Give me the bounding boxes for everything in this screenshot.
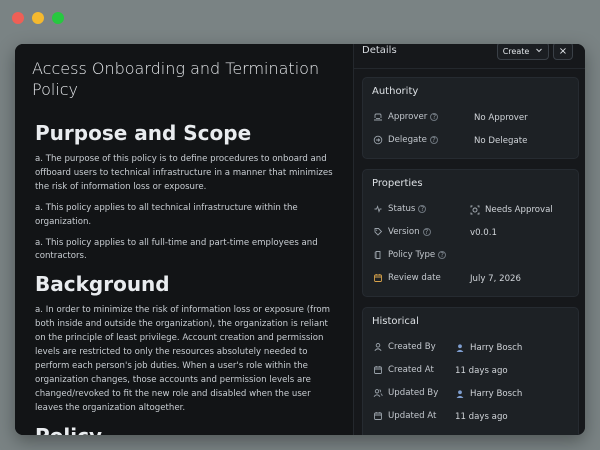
- delegate-icon: [372, 135, 383, 146]
- historical-title: Historical: [372, 316, 419, 327]
- user-icon: [372, 342, 383, 353]
- document-title: Access Onboarding and Termination Policy: [32, 59, 320, 99]
- updated-by-value: Harry Bosch: [455, 389, 522, 399]
- updated-by-name: Harry Bosch: [470, 389, 523, 399]
- document-body: Purpose and Scope a. The purpose of this…: [35, 120, 337, 435]
- review-date-label: Review date: [388, 273, 441, 283]
- updated-at-value: 11 days ago: [455, 412, 508, 422]
- version-value: v0.0.1: [470, 228, 497, 238]
- details-panel: Details Create × Authority Approver ? No: [354, 44, 585, 435]
- version-icon: [372, 227, 383, 238]
- chevron-down-icon: [535, 46, 543, 56]
- policy-document[interactable]: Access Onboarding and Termination Policy…: [15, 44, 353, 435]
- created-at-label: Created At: [388, 365, 434, 375]
- updated-at-label: Updated At: [388, 411, 437, 421]
- status-label: Status: [388, 204, 416, 214]
- properties-title: Properties: [372, 178, 423, 189]
- policy-type-row[interactable]: Policy Type ?: [372, 247, 572, 263]
- maximize-window-dot[interactable]: [52, 12, 64, 24]
- approver-icon: [372, 112, 383, 123]
- close-details-button[interactable]: ×: [553, 44, 573, 60]
- section-paragraph: a. The purpose of this policy is to defi…: [35, 154, 333, 192]
- help-circle-icon[interactable]: ?: [422, 228, 431, 236]
- section-heading: Policy: [35, 423, 337, 435]
- calendar-icon: [372, 411, 383, 422]
- create-button-label: Create: [502, 46, 530, 56]
- needs-approval-icon: [470, 205, 480, 215]
- section-heading: Purpose and Scope: [35, 121, 252, 145]
- section-paragraph: a. This policy applies to all full-time …: [35, 237, 318, 262]
- properties-card: Properties Status ? Needs Approval Versi…: [362, 169, 579, 297]
- created-at-value: 11 days ago: [455, 366, 508, 376]
- close-icon: ×: [558, 45, 568, 57]
- status-value-text: Needs Approval: [485, 205, 553, 215]
- help-circle-icon[interactable]: ?: [430, 113, 439, 121]
- details-title: Details: [362, 45, 397, 56]
- help-circle-icon[interactable]: ?: [429, 136, 438, 144]
- created-by-label: Created By: [388, 342, 436, 352]
- authority-card: Authority Approver ? No Approver Delegat…: [362, 77, 579, 159]
- close-window-dot[interactable]: [12, 12, 24, 24]
- section-paragraph: a. In order to minimize the risk of info…: [35, 305, 331, 413]
- approver-row[interactable]: Approver ?: [372, 109, 572, 125]
- version-label: Version: [388, 227, 420, 237]
- status-value: Needs Approval: [470, 205, 553, 215]
- review-date-value: July 7, 2026: [470, 274, 521, 284]
- created-by-name: Harry Bosch: [470, 343, 523, 353]
- app-window: Access Onboarding and Termination Policy…: [15, 44, 585, 435]
- minimize-window-dot[interactable]: [32, 12, 44, 24]
- created-by-value: Harry Bosch: [455, 343, 522, 353]
- approver-value: No Approver: [474, 113, 528, 123]
- delegate-row[interactable]: Delegate ?: [372, 132, 572, 148]
- historical-card: Historical Created By Harry Bosch Create…: [362, 307, 579, 435]
- section-paragraph: a. This policy applies to all technical …: [35, 202, 298, 227]
- policy-type-label: Policy Type: [388, 250, 436, 260]
- users-icon: [372, 388, 383, 399]
- status-icon: [372, 204, 383, 215]
- delegate-value: No Delegate: [474, 136, 528, 146]
- avatar-icon: [455, 389, 465, 399]
- delegate-label: Delegate: [388, 135, 427, 145]
- calendar-icon: [372, 273, 383, 284]
- create-dropdown-button[interactable]: Create: [497, 44, 549, 60]
- policy-type-icon: [372, 250, 383, 261]
- updated-by-label: Updated By: [388, 388, 439, 398]
- avatar-icon: [455, 343, 465, 353]
- help-circle-icon[interactable]: ?: [418, 205, 427, 213]
- approver-label: Approver: [388, 112, 428, 122]
- details-header: Details Create ×: [354, 44, 585, 69]
- section-heading: Background: [35, 272, 170, 297]
- authority-title: Authority: [372, 86, 419, 97]
- help-circle-icon[interactable]: ?: [438, 251, 447, 259]
- window-controls: [12, 12, 64, 24]
- calendar-icon: [372, 365, 383, 376]
